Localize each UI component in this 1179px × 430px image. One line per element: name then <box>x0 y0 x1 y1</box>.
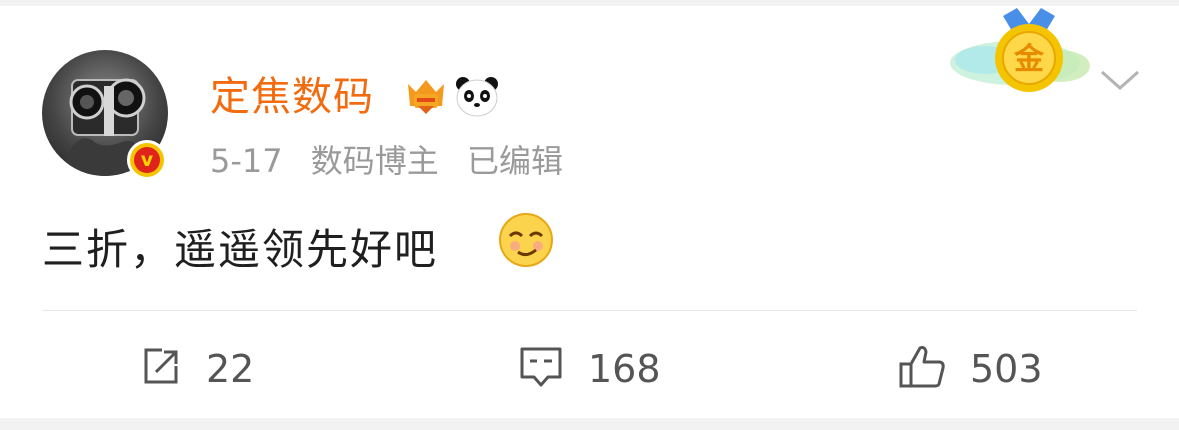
edited-label: 已编辑 <box>466 142 563 180</box>
chevron-down-icon[interactable] <box>1100 68 1140 96</box>
thumbs-up-icon <box>898 344 946 394</box>
repost-icon <box>140 346 182 392</box>
gold-medal-icon[interactable]: 金 <box>945 8 1095 107</box>
comment-count: 168 <box>588 347 661 391</box>
panda-icon[interactable] <box>455 74 499 122</box>
rank-badge-icon[interactable] <box>404 76 448 120</box>
comment-button[interactable]: 168 <box>518 344 661 394</box>
repost-count: 22 <box>206 347 255 391</box>
like-button[interactable]: 503 <box>898 344 1043 394</box>
divider <box>42 310 1137 311</box>
medal-label: 金 <box>1013 42 1045 77</box>
post-content: 三折，遥遥领先好吧 <box>42 225 439 274</box>
post-category: 数码博主 <box>310 142 439 180</box>
verified-badge-icon: v <box>127 140 167 180</box>
post-meta: 5-17 数码博主 已编辑 <box>210 136 581 182</box>
post-card: v 定焦数码 5-17 数码博主 已编辑 金 三折，遥遥领先好吧 22 168 … <box>0 6 1179 418</box>
comment-icon <box>518 345 564 393</box>
post-date: 5-17 <box>210 142 283 180</box>
username[interactable]: 定焦数码 <box>210 64 374 122</box>
smug-face-emoji-icon <box>498 212 554 272</box>
like-count: 503 <box>970 347 1043 391</box>
repost-button[interactable]: 22 <box>140 344 254 394</box>
